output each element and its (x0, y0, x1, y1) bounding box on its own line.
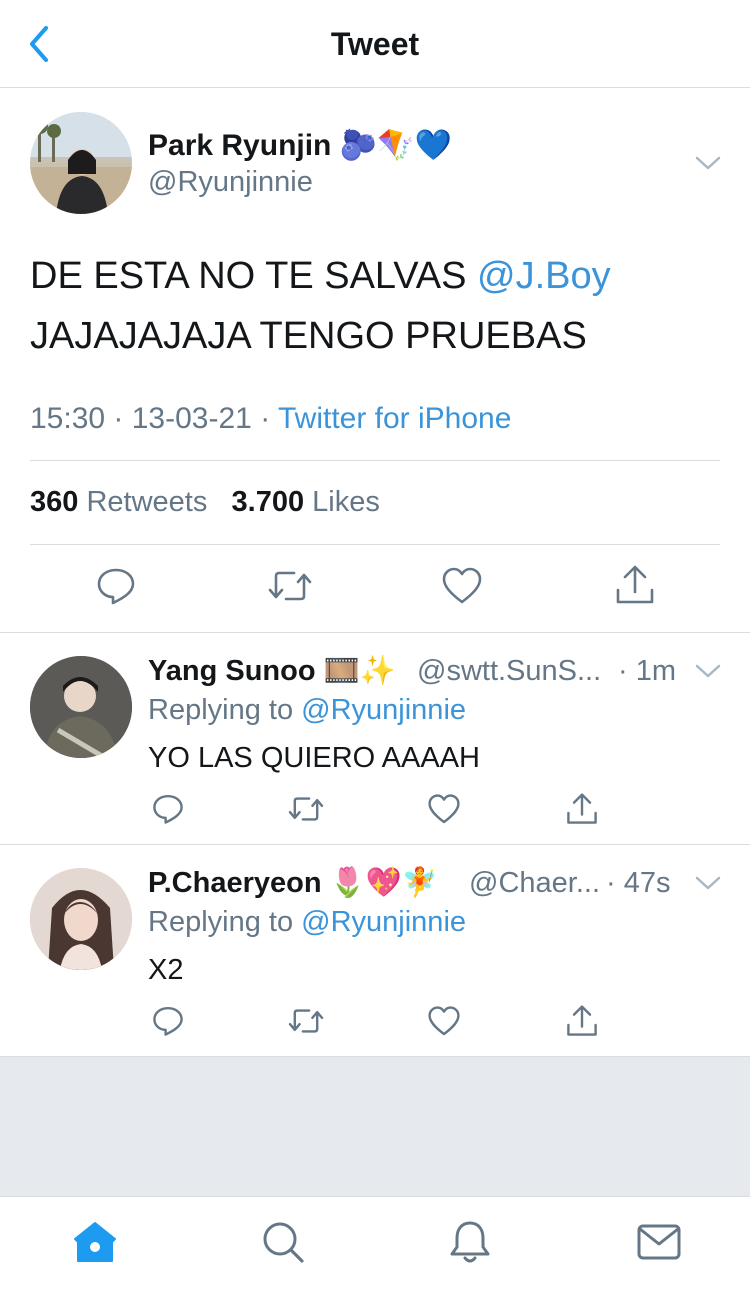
reply-author-name[interactable]: P.Chaeryeon 🌷💖🧚 (148, 865, 438, 900)
tweet-time: 15:30 (30, 402, 106, 435)
messages-mail-icon[interactable] (636, 1219, 682, 1265)
reply-time: · 47s (606, 867, 671, 899)
retweets-count: 360 (30, 486, 79, 518)
reply-comment-icon[interactable] (152, 1005, 184, 1037)
likes-count: 3.700 (231, 486, 305, 518)
empty-feed-area (0, 1056, 750, 1196)
meta-separator: · (113, 402, 132, 435)
search-icon[interactable] (260, 1219, 306, 1265)
retweets-label: Retweets (86, 486, 208, 518)
like-heart-icon[interactable] (428, 794, 460, 826)
reply-author-handle[interactable]: @Chaer... (469, 867, 600, 900)
reply-name-emoji: 🎞️✨ (323, 653, 396, 687)
meta-separator: · (260, 402, 278, 435)
bottom-tab-bar (0, 1196, 750, 1294)
reply-comment-icon[interactable] (96, 566, 136, 606)
tweet-text-part: DE ESTA NO TE SALVAS (30, 255, 478, 297)
replying-to-link[interactable]: @Ryunjinnie (301, 694, 466, 726)
reply-comment-icon[interactable] (152, 793, 184, 825)
notifications-bell-icon[interactable] (447, 1219, 493, 1265)
replying-to: Replying to @Ryunjinnie (148, 906, 466, 939)
reply-text: YO LAS QUIERO AAAAH (148, 742, 480, 774)
tweet-meta: 15:30 · 13-03-21 · Twitter for iPhone (30, 402, 511, 436)
retweet-icon[interactable] (288, 1005, 324, 1037)
author-name-emoji: 🫐🪁💙 (339, 128, 452, 163)
tweet-text-line-1: DE ESTA NO TE SALVAS @J.Boy (30, 246, 730, 306)
replying-prefix: Replying to (148, 906, 302, 938)
divider (0, 844, 750, 845)
home-icon[interactable] (72, 1219, 118, 1265)
like-heart-icon[interactable] (428, 1006, 460, 1038)
reply-name-emoji: 🌷💖🧚 (329, 865, 438, 899)
retweet-icon[interactable] (288, 793, 324, 825)
reply-text: X2 (148, 954, 184, 986)
reply-author-handle[interactable]: @swtt.SunS... (417, 655, 601, 688)
share-icon[interactable] (566, 792, 598, 826)
divider (30, 544, 720, 545)
reply-author-name[interactable]: Yang Sunoo 🎞️✨ (148, 653, 396, 688)
author-name-text: Park Ryunjin (148, 129, 332, 162)
mention-link[interactable]: @J.Boy (477, 255, 611, 297)
replying-to: Replying to @Ryunjinnie (148, 694, 466, 727)
tweet-text-line-2: JAJAJAJAJA TENGO PRUEBAS (30, 315, 587, 357)
reply-time: · 1m (618, 655, 676, 687)
page-title: Tweet (330, 26, 420, 62)
author-handle[interactable]: @Ryunjinnie (148, 166, 313, 199)
likes-label: Likes (312, 486, 380, 518)
author-name[interactable]: Park Ryunjin 🫐🪁💙 (148, 128, 452, 163)
tweet-stats: 360 Retweets 3.700 Likes (30, 486, 380, 519)
divider (0, 632, 750, 633)
reply-more-chevron-down-icon[interactable] (693, 873, 723, 893)
replying-prefix: Replying to (148, 694, 302, 726)
tweet-body: DE ESTA NO TE SALVAS @J.Boy JAJAJAJAJA T… (30, 246, 730, 366)
tweet-source-link[interactable]: Twitter for iPhone (278, 402, 511, 435)
author-avatar[interactable] (30, 112, 132, 214)
reply-name-text: P.Chaeryeon (148, 867, 322, 899)
like-heart-icon[interactable] (442, 567, 482, 607)
tweet-date: 13-03-21 (131, 402, 252, 435)
reply-avatar[interactable] (30, 656, 132, 758)
share-icon[interactable] (566, 1004, 598, 1038)
likes-stat[interactable]: 3.700 Likes (232, 486, 380, 518)
divider (30, 460, 720, 461)
tweet-more-chevron-down-icon[interactable] (693, 153, 723, 173)
reply-more-chevron-down-icon[interactable] (693, 661, 723, 681)
replying-to-link[interactable]: @Ryunjinnie (301, 906, 466, 938)
top-nav-bar: Tweet (0, 0, 750, 88)
retweets-stat[interactable]: 360 Retweets (30, 486, 207, 518)
reply-name-text: Yang Sunoo (148, 655, 316, 687)
retweet-icon[interactable] (268, 566, 312, 606)
reply-avatar[interactable] (30, 868, 132, 970)
share-icon[interactable] (615, 564, 655, 606)
